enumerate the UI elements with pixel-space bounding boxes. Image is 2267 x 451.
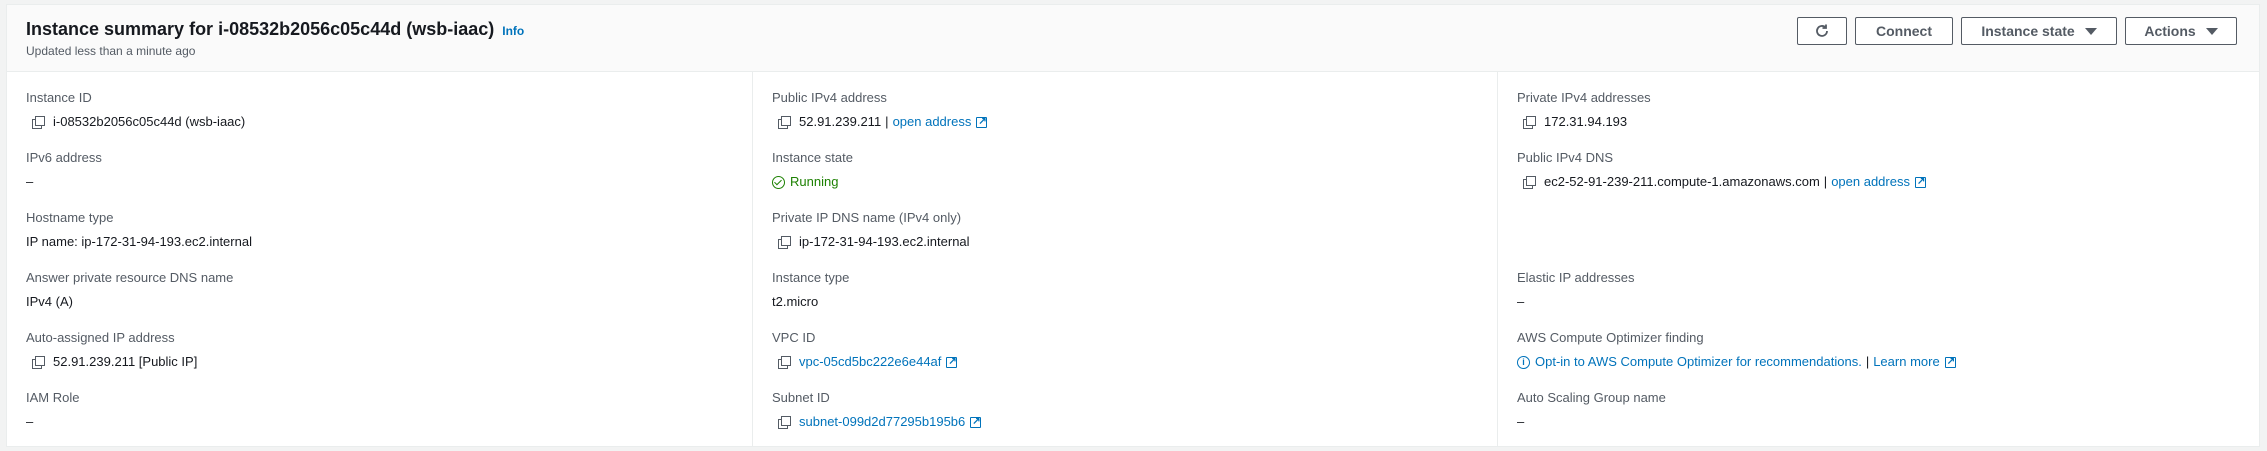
field-label: Private IPv4 addresses [1517, 90, 1651, 105]
vpc-id-link[interactable]: vpc-05cd5bc222e6e44af [799, 353, 941, 371]
open-address-link[interactable]: open address [1831, 173, 1910, 191]
field-public-dns: Public IPv4 DNS ec2-52-91-239-211.comput… [1517, 149, 1926, 191]
refresh-icon [1816, 24, 1828, 37]
field-vpc-id: VPC ID vpc-05cd5bc222e6e44af [772, 329, 958, 371]
instance-summary-panel: Instance summary for i-08532b2056c05c44d… [6, 4, 2260, 447]
external-link-icon[interactable] [1944, 353, 1956, 371]
connect-button[interactable]: Connect [1855, 17, 1953, 45]
info-icon: i [1517, 355, 1530, 369]
caret-down-icon [2084, 27, 2097, 35]
instance-state-value: Running [790, 174, 839, 189]
field-label: Instance type [772, 270, 850, 285]
field-instance-id: Instance ID i-08532b2056c05c44d (wsb-iaa… [26, 89, 245, 131]
copy-icon[interactable] [778, 235, 791, 249]
field-label: IPv6 address [26, 150, 102, 165]
separator: | [1865, 354, 1870, 369]
summary-header: Instance summary for i-08532b2056c05c44d… [7, 5, 2259, 72]
instance-id-value: i-08532b2056c05c44d (wsb-iaac) [53, 114, 246, 129]
details-column-2: Public IPv4 address 52.91.239.211 | open a… [752, 71, 1497, 446]
actions-dropdown[interactable]: Actions [2125, 17, 2237, 45]
auto-ip-value: 52.91.239.211 [Public IP] [53, 354, 198, 369]
field-label: Instance state [772, 150, 853, 165]
field-ipv6: IPv6 address – [26, 149, 102, 191]
field-elastic-ip: Elastic IP addresses – [1517, 269, 1635, 311]
field-label: Instance ID [26, 90, 92, 105]
field-instance-state: Instance state Running [772, 149, 853, 191]
copy-icon[interactable] [1523, 175, 1536, 189]
field-label: Answer private resource DNS name [26, 270, 234, 285]
header-actions: Connect Instance state Actions [1797, 17, 2237, 45]
field-optimizer: AWS Compute Optimizer finding i Opt-in to… [1517, 329, 1956, 371]
answer-dns-value: IPv4 (A) [26, 294, 73, 309]
field-label: IAM Role [26, 390, 80, 405]
field-private-dns: Private IP DNS name (IPv4 only) ip-172-3… [772, 209, 970, 251]
iam-role-value: – [26, 414, 34, 429]
subnet-id-link[interactable]: subnet-099d2d77295b195b6 [799, 413, 965, 431]
instance-state-dropdown[interactable]: Instance state [1961, 17, 2117, 45]
actions-label: Actions [2144, 23, 2196, 39]
copy-icon[interactable] [32, 355, 45, 369]
field-label: Auto Scaling Group name [1517, 390, 1666, 405]
field-auto-ip: Auto-assigned IP address 52.91.239.211 [… [26, 329, 197, 371]
status-success-icon [772, 175, 785, 189]
info-link[interactable]: Info [502, 24, 524, 38]
copy-icon[interactable] [1523, 115, 1536, 129]
field-public-ipv4: Public IPv4 address 52.91.239.211 | open a… [772, 89, 988, 131]
ipv6-value: – [26, 174, 34, 189]
page-title: Instance summary for i-08532b2056c05c44d… [26, 19, 524, 40]
field-answer-dns: Answer private resource DNS name IPv4 (A… [26, 269, 233, 311]
field-asg-name: Auto Scaling Group name – [1517, 389, 1666, 431]
public-ipv4-value: 52.91.239.211 [799, 114, 882, 129]
private-dns-value: ip-172-31-94-193.ec2.internal [799, 234, 970, 249]
field-label: Auto-assigned IP address [26, 330, 175, 345]
field-label: Public IPv4 address [772, 90, 887, 105]
asg-name-value: – [1517, 414, 1525, 429]
instance-type-value: t2.micro [772, 294, 819, 309]
external-link-icon[interactable] [976, 113, 988, 131]
copy-icon[interactable] [778, 415, 791, 429]
title-text: Instance summary for i-08532b2056c05c44d… [26, 19, 495, 39]
refresh-button[interactable] [1797, 17, 1847, 45]
field-label: Elastic IP addresses [1517, 270, 1635, 285]
learn-more-link[interactable]: Learn more [1873, 353, 1939, 371]
external-link-icon[interactable] [970, 413, 982, 431]
field-label: Subnet ID [772, 390, 830, 405]
field-subnet-id: Subnet ID subnet-099d2d77295b195b6 [772, 389, 982, 431]
field-iam-role: IAM Role – [26, 389, 79, 431]
field-label: Hostname type [26, 210, 114, 225]
field-label: AWS Compute Optimizer finding [1517, 330, 1704, 345]
external-link-icon[interactable] [946, 353, 958, 371]
separator: | [885, 114, 889, 129]
copy-icon[interactable] [778, 115, 791, 129]
hostname-type-value: IP name: ip-172-31-94-193.ec2.internal [26, 234, 252, 249]
details-column-1: Instance ID i-08532b2056c05c44d (wsb-iaa… [7, 71, 751, 446]
copy-icon[interactable] [32, 115, 45, 129]
field-private-ipv4: Private IPv4 addresses 172.31.94.193 [1517, 89, 1651, 131]
public-dns-value: ec2-52-91-239-211.compute-1.amazonaws.co… [1544, 174, 1820, 189]
updated-subtitle: Updated less than a minute ago [26, 44, 196, 58]
field-label: VPC ID [772, 330, 816, 345]
private-ipv4-value: 172.31.94.193 [1544, 114, 1628, 129]
field-label: Public IPv4 DNS [1517, 150, 1614, 165]
instance-state-label: Instance state [1981, 23, 2075, 39]
open-address-link[interactable]: open address [893, 113, 972, 131]
copy-icon[interactable] [778, 355, 791, 369]
external-link-icon[interactable] [1914, 173, 1926, 191]
elastic-ip-value: – [1517, 294, 1525, 309]
field-instance-type: Instance type t2.micro [772, 269, 849, 311]
field-label: Private IP DNS name (IPv4 only) [772, 210, 962, 225]
details-column-3: Private IPv4 addresses 172.31.94.193 Pub… [1497, 71, 2258, 446]
caret-down-icon [2205, 27, 2218, 35]
separator: | [1823, 174, 1828, 189]
optimizer-opt-in-link[interactable]: Opt-in to AWS Compute Optimizer for reco… [1535, 353, 1862, 371]
field-hostname-type: Hostname type IP name: ip-172-31-94-193.… [26, 209, 252, 251]
